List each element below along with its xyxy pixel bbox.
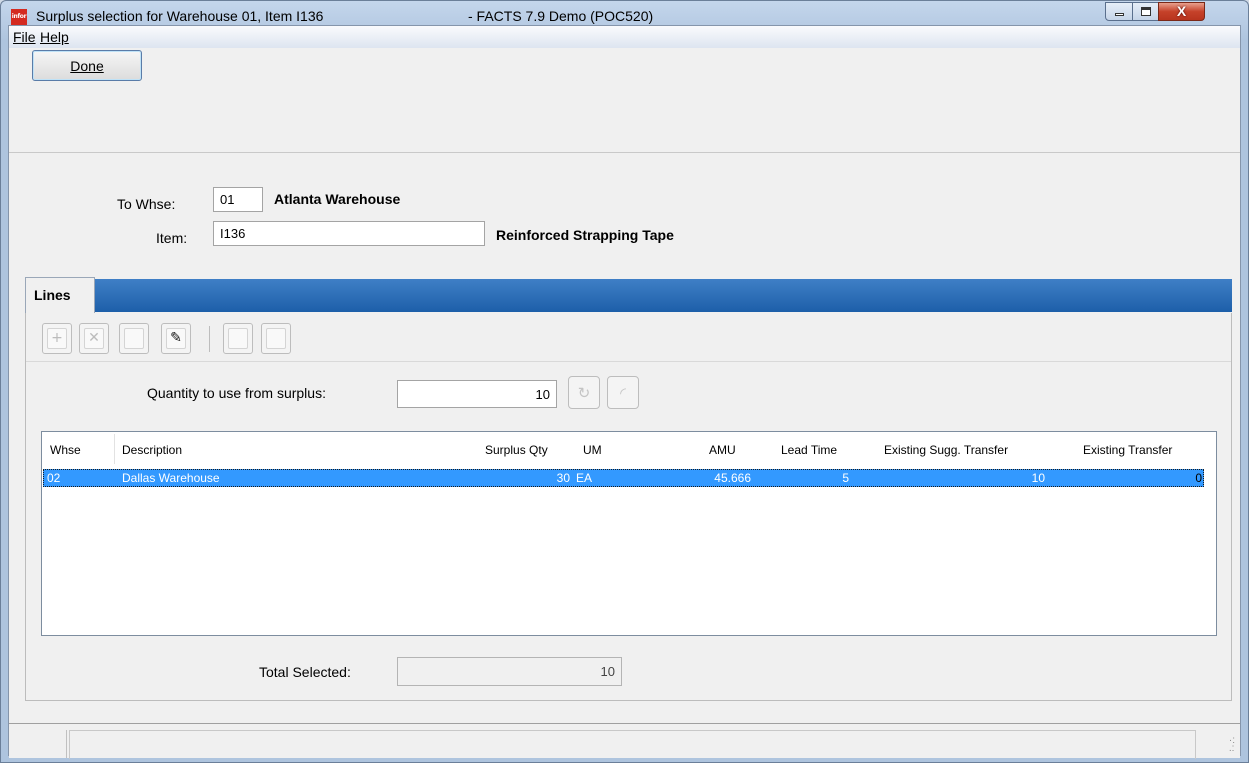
delete-line-button[interactable]: ✕: [79, 323, 109, 354]
line-tool-button-6[interactable]: [261, 323, 291, 354]
to-whse-input[interactable]: [213, 187, 263, 212]
undo-button[interactable]: ◜: [607, 376, 639, 409]
menu-file-label: File: [13, 29, 36, 45]
column-divider: [114, 434, 115, 464]
menu-help-label: Help: [40, 29, 69, 45]
tab-strip: [25, 279, 1232, 312]
column-header-amu[interactable]: AMU: [709, 443, 736, 457]
quantity-label: Quantity to use from surplus:: [147, 385, 326, 401]
undo-icon: ◜: [620, 384, 626, 402]
line-tool-button-3[interactable]: [119, 323, 149, 354]
cell-um: EA: [576, 471, 593, 485]
column-header-surplus-qty[interactable]: Surplus Qty: [485, 443, 548, 457]
quantity-input[interactable]: [397, 380, 557, 408]
to-whse-name: Atlanta Warehouse: [274, 191, 401, 207]
menu-bar: File Help: [9, 26, 1240, 49]
done-button-label: Done: [70, 57, 104, 74]
total-selected-field: [397, 657, 622, 686]
status-panel-left: [9, 730, 67, 758]
minimize-button[interactable]: [1105, 2, 1133, 21]
cell-whse: 02: [47, 471, 61, 485]
maximize-button[interactable]: [1132, 2, 1159, 21]
grid-header: Whse Description Surplus Qty UM AMU Lead…: [42, 432, 1208, 467]
menu-file[interactable]: File: [13, 29, 36, 45]
edit-line-button[interactable]: ✎: [161, 323, 191, 354]
column-header-existing-transfer[interactable]: Existing Transfer: [1083, 443, 1172, 457]
cell-lead-time: 5: [842, 471, 849, 485]
close-button[interactable]: X: [1158, 2, 1205, 21]
column-header-um[interactable]: UM: [583, 443, 602, 457]
menu-help[interactable]: Help: [40, 29, 69, 45]
column-header-lead-time[interactable]: Lead Time: [781, 443, 837, 457]
to-whse-label: To Whse:: [117, 196, 176, 212]
cell-existing-sugg-transfer: 10: [1031, 471, 1045, 485]
cell-amu: 45.666: [714, 471, 751, 485]
add-line-button[interactable]: +: [42, 323, 72, 354]
refresh-button[interactable]: ↻: [568, 376, 600, 409]
cell-existing-transfer: 0: [1195, 471, 1202, 485]
delete-icon: ✕: [88, 330, 100, 346]
item-input[interactable]: [213, 221, 485, 246]
surplus-grid: Whse Description Surplus Qty UM AMU Lead…: [41, 431, 1217, 636]
column-header-existing-sugg-transfer[interactable]: Existing Sugg. Transfer: [884, 443, 1008, 457]
total-selected-label: Total Selected:: [259, 664, 351, 680]
column-header-whse[interactable]: Whse: [50, 443, 81, 457]
window-title: Surplus selection for Warehouse 01, Item…: [36, 8, 324, 24]
line-tool-button-5[interactable]: [223, 323, 253, 354]
status-bar: ·:.:: [9, 723, 1240, 759]
refresh-icon: ↻: [577, 384, 591, 402]
tab-lines[interactable]: Lines: [25, 277, 95, 314]
item-description: Reinforced Strapping Tape: [496, 227, 674, 243]
column-header-description[interactable]: Description: [122, 443, 182, 457]
window-app-title: - FACTS 7.9 Demo (POC520): [468, 8, 654, 24]
edit-icon: ✎: [170, 330, 182, 346]
status-panel-message: [69, 730, 1196, 759]
table-row[interactable]: 02 Dallas Warehouse 30 EA 45.666 5 10 0: [43, 469, 1204, 487]
app-window: infor Surplus selection for Warehouse 01…: [0, 0, 1249, 763]
toolbar-area: [9, 48, 1240, 153]
close-icon: X: [1176, 3, 1187, 19]
panel-divider: [26, 361, 1231, 362]
resize-grip-icon[interactable]: ·:.:: [1229, 736, 1235, 754]
cell-description: Dallas Warehouse: [122, 471, 220, 485]
item-label: Item:: [156, 230, 188, 246]
cell-surplus-qty: 30: [556, 471, 570, 485]
done-button[interactable]: Done: [32, 50, 142, 81]
toolbar-separator: [209, 326, 210, 352]
infor-logo-icon: infor: [11, 9, 27, 25]
add-icon: +: [51, 330, 63, 346]
